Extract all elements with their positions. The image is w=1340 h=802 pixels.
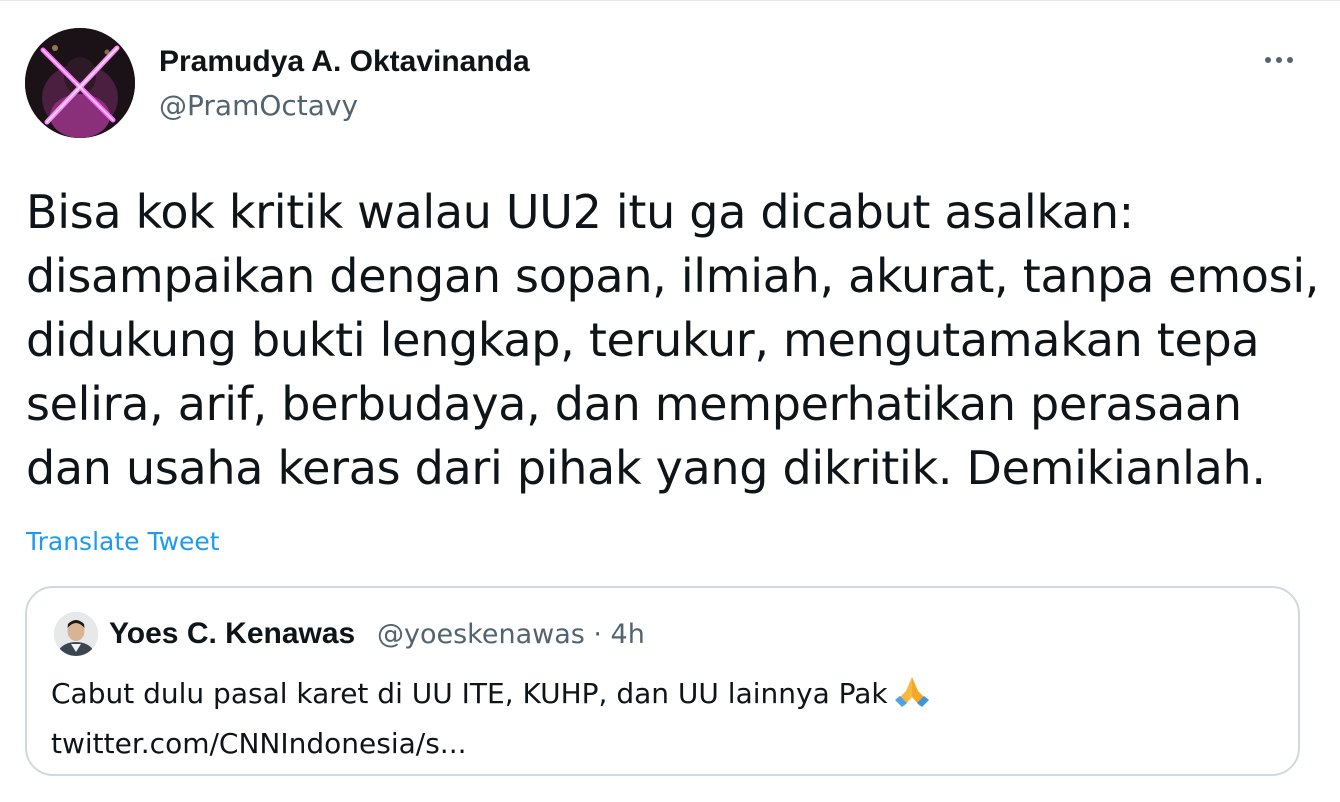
author-handle[interactable]: @PramOctavy bbox=[159, 86, 358, 126]
folded-hands-icon bbox=[892, 673, 932, 722]
quoted-author-handle-time[interactable]: @yoeskenawas · 4h bbox=[377, 615, 645, 655]
tweet-text-line: dan usaha keras dari pihak yang dikritik… bbox=[26, 441, 1266, 495]
more-dot bbox=[1276, 57, 1282, 63]
quoted-author-avatar[interactable] bbox=[54, 612, 98, 656]
quoted-link-text[interactable]: twitter.com/CNNIndonesia/s... bbox=[51, 722, 1271, 766]
translate-tweet-link[interactable]: Translate Tweet bbox=[26, 525, 220, 559]
tweet-text-line: disampaikan dengan sopan, ilmiah, akurat… bbox=[26, 249, 1320, 303]
more-horizontal-icon bbox=[1265, 57, 1271, 63]
quoted-text-line: Cabut dulu pasal karet di UU ITE, KUHP, … bbox=[51, 672, 1271, 722]
tweet-text-line: didukung bukti lengkap, terukur, menguta… bbox=[26, 313, 1260, 367]
tweet-card: Pramudya A. Oktavinanda @PramOctavy Bisa… bbox=[0, 0, 1340, 802]
tweet-text: Bisa kok kritik walau UU2 itu ga dicabut… bbox=[26, 180, 1320, 500]
tweet-text-line: selira, arif, berbudaya, dan memperhatik… bbox=[26, 377, 1242, 431]
author-display-name[interactable]: Pramudya A. Oktavinanda bbox=[159, 42, 530, 82]
quoted-text-line-content: Cabut dulu pasal karet di UU ITE, KUHP, … bbox=[51, 677, 888, 710]
quoted-tweet-text: Cabut dulu pasal karet di UU ITE, KUHP, … bbox=[51, 672, 1271, 766]
tweet-text-line: Bisa kok kritik walau UU2 itu ga dicabut… bbox=[26, 185, 1134, 239]
quoted-author-display-name[interactable]: Yoes C. Kenawas bbox=[109, 614, 355, 654]
quoted-tweet-card[interactable]: Yoes C. Kenawas @yoeskenawas · 4h Cabut … bbox=[25, 586, 1300, 776]
more-options-button[interactable] bbox=[1257, 40, 1301, 80]
author-avatar[interactable] bbox=[25, 28, 135, 138]
more-dot bbox=[1287, 57, 1293, 63]
